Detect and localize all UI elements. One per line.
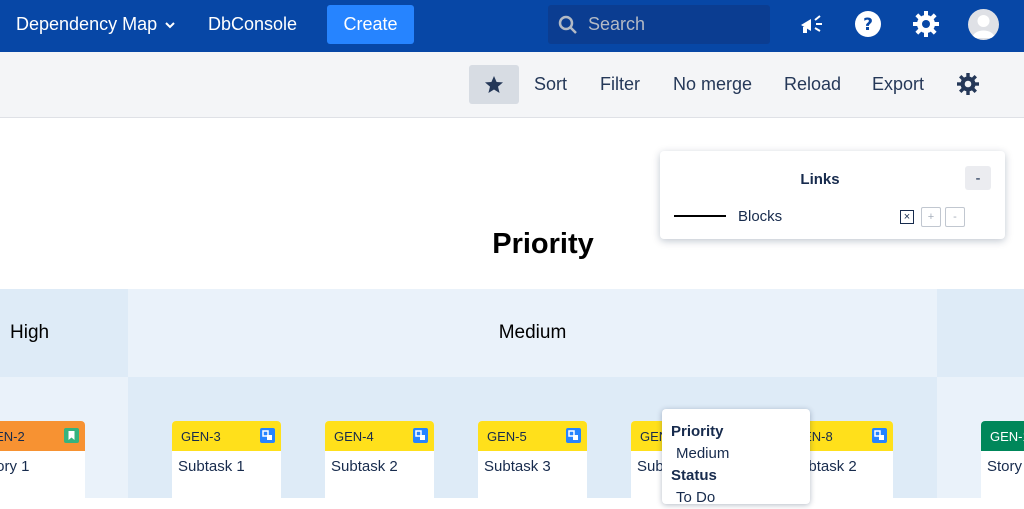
card-header: GEN-2 bbox=[0, 421, 85, 451]
user-avatar[interactable] bbox=[968, 9, 999, 40]
tooltip-status-value: To Do bbox=[676, 489, 716, 506]
svg-text:?: ? bbox=[863, 15, 873, 35]
increase-button[interactable]: + bbox=[921, 207, 941, 227]
tooltip-status-label: Status bbox=[671, 467, 717, 484]
issue-card[interactable]: GEN-4 Subtask 2 bbox=[325, 421, 434, 498]
tooltip-priority-value: Medium bbox=[676, 445, 730, 462]
card-header: GEN-5 bbox=[478, 421, 587, 451]
tooltip-priority-label: Priority bbox=[671, 423, 724, 440]
app-switcher[interactable]: Dependency Map bbox=[16, 14, 175, 35]
links-legend-panel: Links - Blocks × + - bbox=[660, 151, 1005, 239]
board-toolbar: Sort Filter No merge Reload Export bbox=[0, 52, 1024, 118]
link-line-sample bbox=[674, 215, 726, 217]
search-placeholder: Search bbox=[588, 14, 646, 34]
legend-minimize-button[interactable]: - bbox=[965, 166, 991, 190]
subtask-icon bbox=[413, 428, 428, 443]
card-header: GEN-4 bbox=[325, 421, 434, 451]
subtask-icon bbox=[260, 428, 275, 443]
card-header: GEN-1 bbox=[981, 421, 1024, 451]
chevron-down-icon bbox=[165, 21, 175, 28]
column-header-high: High bbox=[0, 289, 128, 377]
story-icon bbox=[64, 428, 79, 443]
link-type-label: Blocks bbox=[738, 208, 783, 225]
remove-link-type-button[interactable]: × bbox=[900, 210, 914, 224]
sort-button[interactable]: Sort bbox=[534, 74, 567, 95]
issue-key: GEN-4 bbox=[334, 428, 374, 444]
help-icon[interactable]: ? bbox=[854, 10, 882, 38]
star-icon bbox=[485, 75, 503, 93]
reload-button[interactable]: Reload bbox=[784, 74, 841, 95]
issue-title: Story bbox=[987, 458, 1023, 475]
settings-icon[interactable] bbox=[912, 10, 940, 38]
issue-title: Story 1 bbox=[0, 458, 30, 475]
no-merge-button[interactable]: No merge bbox=[673, 74, 752, 95]
issue-key: GEN-2 bbox=[0, 428, 25, 444]
create-button[interactable]: Create bbox=[327, 5, 414, 44]
search-icon bbox=[558, 15, 577, 34]
issue-title: Subtask 2 bbox=[331, 458, 398, 475]
issue-title: Subtask 1 bbox=[178, 458, 245, 475]
column-label: Medium bbox=[498, 322, 567, 343]
column-label: High bbox=[10, 322, 50, 343]
issue-key: GEN-3 bbox=[181, 428, 221, 444]
subtask-icon bbox=[872, 428, 887, 443]
favorite-button[interactable] bbox=[469, 65, 519, 104]
issue-card[interactable]: GEN-2 Story 1 bbox=[0, 421, 85, 498]
filter-button[interactable]: Filter bbox=[600, 74, 640, 95]
issue-card[interactable]: GEN-1 Story bbox=[981, 421, 1024, 498]
search-input[interactable]: Search bbox=[548, 5, 770, 44]
megaphone-icon[interactable] bbox=[797, 10, 825, 38]
top-navigation: Dependency Map DbConsole Create Search ? bbox=[0, 0, 1024, 52]
db-console-link[interactable]: DbConsole bbox=[208, 14, 297, 35]
app-name: Dependency Map bbox=[16, 14, 158, 34]
issue-tooltip: Priority Medium Status To Do bbox=[662, 409, 810, 506]
legend-title: Links bbox=[800, 171, 840, 188]
settings-icon[interactable] bbox=[956, 72, 980, 96]
issue-key: GEN-1 bbox=[990, 428, 1024, 444]
column-header-next bbox=[937, 289, 1024, 377]
export-button[interactable]: Export bbox=[872, 74, 924, 95]
column-header-medium: Medium bbox=[128, 289, 937, 377]
decrease-button[interactable]: - bbox=[945, 207, 965, 227]
card-header: GEN-3 bbox=[172, 421, 281, 451]
issue-title: Subtask 3 bbox=[484, 458, 551, 475]
issue-card[interactable]: GEN-5 Subtask 3 bbox=[478, 421, 587, 498]
issue-key: GEN-5 bbox=[487, 428, 527, 444]
subtask-icon bbox=[566, 428, 581, 443]
issue-card[interactable]: GEN-3 Subtask 1 bbox=[172, 421, 281, 498]
